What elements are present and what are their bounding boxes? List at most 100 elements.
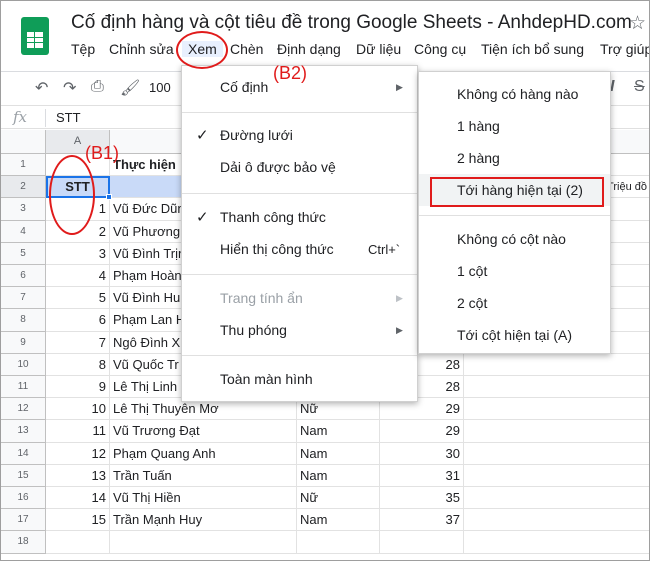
- row-header[interactable]: 13: [1, 420, 46, 443]
- sheets-logo-icon[interactable]: [21, 17, 49, 55]
- menu-item-formula-bar[interactable]: Thanh công thức: [220, 209, 326, 225]
- row-header[interactable]: 2: [1, 176, 46, 199]
- cell[interactable]: Nữ: [297, 487, 380, 510]
- cell[interactable]: 8: [46, 353, 110, 376]
- freeze-2-columns[interactable]: 2 cột: [457, 295, 487, 311]
- row-header[interactable]: 15: [1, 464, 46, 487]
- row-header[interactable]: 9: [1, 331, 46, 354]
- cell[interactable]: [464, 465, 649, 487]
- menu-tools[interactable]: Công cụ: [414, 41, 466, 57]
- print-icon[interactable]: ⎙: [91, 78, 104, 96]
- cell[interactable]: Nam: [297, 442, 380, 465]
- annotation-circle-view-menu: [176, 31, 228, 69]
- cell[interactable]: [297, 531, 380, 554]
- cell[interactable]: [464, 531, 649, 554]
- strikethrough-button[interactable]: S: [634, 78, 645, 96]
- cell[interactable]: 5: [46, 287, 110, 310]
- cell[interactable]: 35: [380, 487, 464, 510]
- cell[interactable]: 14: [46, 487, 110, 510]
- row-header[interactable]: 17: [1, 509, 46, 532]
- paint-format-icon[interactable]: 🖌: [120, 78, 140, 98]
- row-header[interactable]: 18: [1, 531, 46, 554]
- cell[interactable]: 9: [46, 376, 110, 399]
- menu-item-zoom[interactable]: Thu phóng: [220, 322, 287, 338]
- menu-data[interactable]: Dữ liệu: [356, 41, 401, 57]
- cell[interactable]: [464, 509, 649, 532]
- cell[interactable]: Nam: [297, 509, 380, 532]
- cell[interactable]: [46, 531, 110, 554]
- cell[interactable]: [464, 376, 649, 399]
- freeze-2-rows[interactable]: 2 hàng: [457, 150, 500, 166]
- cell[interactable]: [110, 531, 297, 554]
- cell[interactable]: 4: [46, 265, 110, 288]
- cell[interactable]: [380, 531, 464, 554]
- row-header[interactable]: 8: [1, 309, 46, 332]
- menu-addons[interactable]: Tiện ích bổ sung: [481, 41, 584, 57]
- cell[interactable]: 15: [46, 509, 110, 532]
- cell[interactable]: 7: [46, 331, 110, 354]
- cell[interactable]: [464, 487, 649, 510]
- cell[interactable]: 6: [46, 309, 110, 332]
- cell[interactable]: Nam: [297, 464, 380, 487]
- select-all-corner[interactable]: [1, 130, 46, 154]
- cell[interactable]: 10: [46, 398, 110, 421]
- menu-item-freeze[interactable]: Cố định: [220, 79, 268, 95]
- freeze-no-rows[interactable]: Không có hàng nào: [457, 86, 578, 102]
- formula-input[interactable]: STT: [56, 110, 81, 125]
- cell[interactable]: 31: [380, 464, 464, 487]
- row-header[interactable]: 11: [1, 376, 46, 399]
- submenu-arrow-icon: ▶: [396, 82, 403, 92]
- cell[interactable]: 37: [380, 509, 464, 532]
- document-title[interactable]: Cố định hàng và cột tiêu đề trong Google…: [71, 12, 632, 34]
- cell[interactable]: Nam: [297, 420, 380, 443]
- row-header[interactable]: 6: [1, 265, 46, 288]
- freeze-no-columns[interactable]: Không có cột nào: [457, 231, 566, 247]
- cell[interactable]: [464, 420, 649, 443]
- menu-item-hidden-sheets: Trang tính ẩn: [220, 290, 303, 306]
- selection-fill-handle[interactable]: [106, 194, 112, 201]
- menu-edit[interactable]: Chỉnh sửa: [109, 41, 174, 57]
- cell[interactable]: [464, 398, 649, 421]
- undo-icon[interactable]: ↶: [35, 78, 48, 98]
- row-header[interactable]: 10: [1, 353, 46, 376]
- row-header[interactable]: 4: [1, 220, 46, 243]
- menu-item-show-formulas[interactable]: Hiển thị công thức: [220, 241, 334, 257]
- cell[interactable]: [464, 443, 649, 465]
- menu-help[interactable]: Trợ giúp: [600, 41, 649, 57]
- menu-insert[interactable]: Chèn: [230, 41, 263, 57]
- zoom-select[interactable]: 100: [149, 80, 171, 95]
- freeze-up-to-current-column[interactable]: Tới cột hiện tại (A): [457, 327, 572, 343]
- redo-icon[interactable]: ↷: [63, 78, 76, 98]
- freeze-1-column[interactable]: 1 cột: [457, 263, 487, 279]
- row-header[interactable]: 12: [1, 398, 46, 421]
- cell[interactable]: 12: [46, 442, 110, 465]
- cell[interactable]: 13: [46, 464, 110, 487]
- menu-item-fullscreen[interactable]: Toàn màn hình: [220, 371, 313, 387]
- cell[interactable]: Trần Tuấn: [110, 464, 297, 487]
- cell[interactable]: Vũ Thị Hiền: [110, 487, 297, 510]
- sheets-logo-grid: [27, 32, 43, 48]
- menu-item-protected-ranges[interactable]: Dải ô được bảo vệ: [220, 159, 336, 175]
- cell[interactable]: 29: [380, 420, 464, 443]
- cell[interactable]: Vũ Trương Đạt: [110, 420, 297, 443]
- row-header[interactable]: 3: [1, 198, 46, 221]
- cell[interactable]: 30: [380, 442, 464, 465]
- cell[interactable]: 3: [46, 242, 110, 265]
- menu-file[interactable]: Tệp: [71, 41, 95, 57]
- cell[interactable]: Trần Mạnh Huy: [110, 509, 297, 532]
- menu-format[interactable]: Định dạng: [277, 41, 341, 57]
- row-header[interactable]: 16: [1, 487, 46, 510]
- view-menu: Cố định ▶ ✓ Đường lưới Dải ô được bảo vệ…: [181, 65, 418, 402]
- app-window: Cố định hàng và cột tiêu đề trong Google…: [0, 0, 650, 561]
- cell[interactable]: 11: [46, 420, 110, 443]
- menu-item-gridlines[interactable]: Đường lưới: [220, 127, 293, 143]
- fx-icon: fx: [13, 108, 28, 126]
- row-header[interactable]: 14: [1, 442, 46, 465]
- cell[interactable]: Phạm Quang Anh: [110, 442, 297, 465]
- freeze-1-row[interactable]: 1 hàng: [457, 118, 500, 134]
- star-icon[interactable]: ☆: [629, 12, 646, 35]
- row-header[interactable]: 7: [1, 287, 46, 310]
- row-header[interactable]: 5: [1, 242, 46, 265]
- row-header[interactable]: 1: [1, 154, 46, 177]
- cell[interactable]: [464, 354, 649, 376]
